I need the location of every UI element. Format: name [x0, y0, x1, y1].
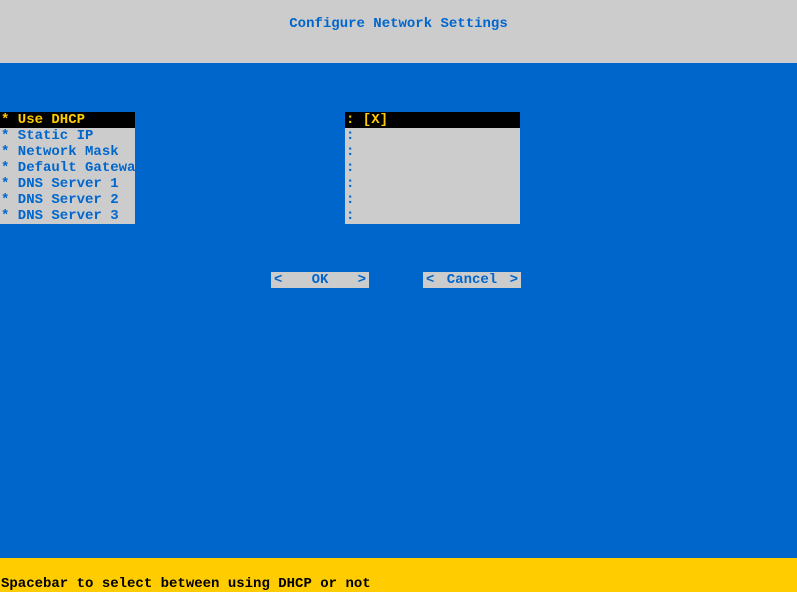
menu-item-dns-server-1[interactable]: * DNS Server 1: [0, 176, 135, 192]
chevron-left-icon: <: [426, 272, 434, 288]
chevron-right-icon: >: [358, 272, 366, 288]
menu-item-network-mask[interactable]: * Network Mask: [0, 144, 135, 160]
value-dns-server-2[interactable]: :: [345, 192, 520, 208]
value-dns-server-3[interactable]: :: [345, 208, 520, 224]
ok-button[interactable]: < OK >: [271, 272, 369, 288]
chevron-left-icon: <: [274, 272, 282, 288]
menu-item-static-ip[interactable]: * Static IP: [0, 128, 135, 144]
menu-item-default-gateway[interactable]: * Default Gateway: [0, 160, 135, 176]
cancel-button-label: Cancel: [447, 272, 497, 288]
value-static-ip[interactable]: :: [345, 128, 520, 144]
menu-item-use-dhcp[interactable]: * Use DHCP: [0, 112, 135, 128]
page-title: Configure Network Settings: [0, 0, 797, 63]
values-panel: : [X] : : : : : :: [345, 112, 520, 224]
value-dns-server-1[interactable]: :: [345, 176, 520, 192]
value-default-gateway[interactable]: :: [345, 160, 520, 176]
footer-hint: Spacebar to select between using DHCP or…: [0, 558, 797, 592]
menu-item-dns-server-3[interactable]: * DNS Server 3: [0, 208, 135, 224]
settings-menu: * Use DHCP * Static IP * Network Mask * …: [0, 112, 135, 224]
value-network-mask[interactable]: :: [345, 144, 520, 160]
value-use-dhcp[interactable]: : [X]: [345, 112, 520, 128]
cancel-button[interactable]: < Cancel >: [423, 272, 521, 288]
ok-button-label: OK: [312, 272, 329, 288]
menu-item-dns-server-2[interactable]: * DNS Server 2: [0, 192, 135, 208]
chevron-right-icon: >: [510, 272, 518, 288]
main-area: * Use DHCP * Static IP * Network Mask * …: [0, 63, 797, 558]
